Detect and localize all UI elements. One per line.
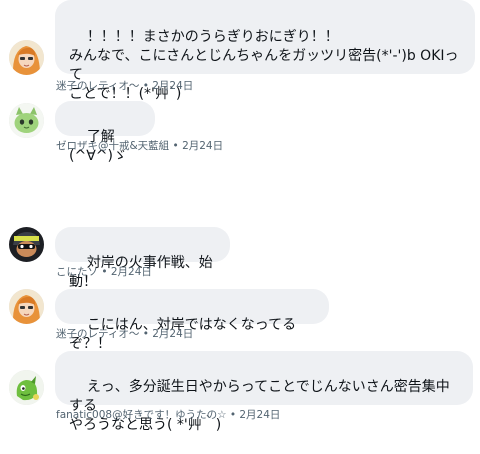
message-date: 2月24日 bbox=[239, 409, 281, 421]
message-date: 2月24日 bbox=[182, 140, 224, 152]
message-bubble[interactable]: 対岸の火事作戦、始動！ bbox=[55, 227, 230, 290]
green-cat-character-avatar-icon bbox=[9, 103, 44, 138]
message-bubble[interactable]: こにはん、対岸ではなくなってるぞ？！ bbox=[55, 289, 329, 352]
avatar[interactable] bbox=[9, 40, 44, 75]
message-author[interactable]: こにたソ bbox=[56, 266, 98, 278]
message-author[interactable]: 迷子のレティオ〜 bbox=[56, 328, 139, 340]
message-date: 2月24日 bbox=[110, 266, 152, 278]
avatar[interactable] bbox=[9, 227, 44, 262]
message-meta: こにたソ • 2月24日 bbox=[56, 266, 152, 278]
avatar[interactable] bbox=[9, 289, 44, 324]
message-date: 2月24日 bbox=[152, 80, 194, 92]
avatar[interactable] bbox=[9, 370, 44, 405]
avatar[interactable] bbox=[9, 103, 44, 138]
message-text: えっ、多分誕生日やからってことでじんないさん密告集中する やろうなと思う( *'… bbox=[69, 379, 450, 433]
message-meta: 迷子のレティオ〜 • 2月24日 bbox=[56, 328, 194, 340]
message-meta: 迷子のレティオ〜 • 2月24日 bbox=[56, 80, 194, 92]
message-bubble[interactable]: 了解(^∀^)ゞ bbox=[55, 101, 155, 164]
message-bubble[interactable]: ！！！！まさかのうらぎりおにぎり！！ みんなで、こにさんとじんちゃんをガッツリ密… bbox=[55, 0, 475, 102]
message-meta: ゼロザキ@十戒&天藍組 • 2月24日 bbox=[56, 140, 224, 152]
message-bubble[interactable]: えっ、多分誕生日やからってことでじんないさん密告集中する やろうなと思う( *'… bbox=[55, 351, 473, 433]
squid-kid-avatar-icon bbox=[9, 227, 44, 262]
message-author[interactable]: fanatic008@好きです！ゆうたの☆ bbox=[56, 409, 226, 421]
orange-hair-character-avatar-icon bbox=[9, 40, 44, 75]
message-date: 2月24日 bbox=[152, 328, 194, 340]
message-author[interactable]: ゼロザキ@十戒&天藍組 bbox=[56, 140, 169, 152]
green-dragon-avatar-icon bbox=[9, 370, 44, 405]
message-author[interactable]: 迷子のレティオ〜 bbox=[56, 80, 139, 92]
orange-hair-character-avatar-icon bbox=[9, 289, 44, 324]
message-meta: fanatic008@好きです！ゆうたの☆ • 2月24日 bbox=[56, 409, 281, 421]
